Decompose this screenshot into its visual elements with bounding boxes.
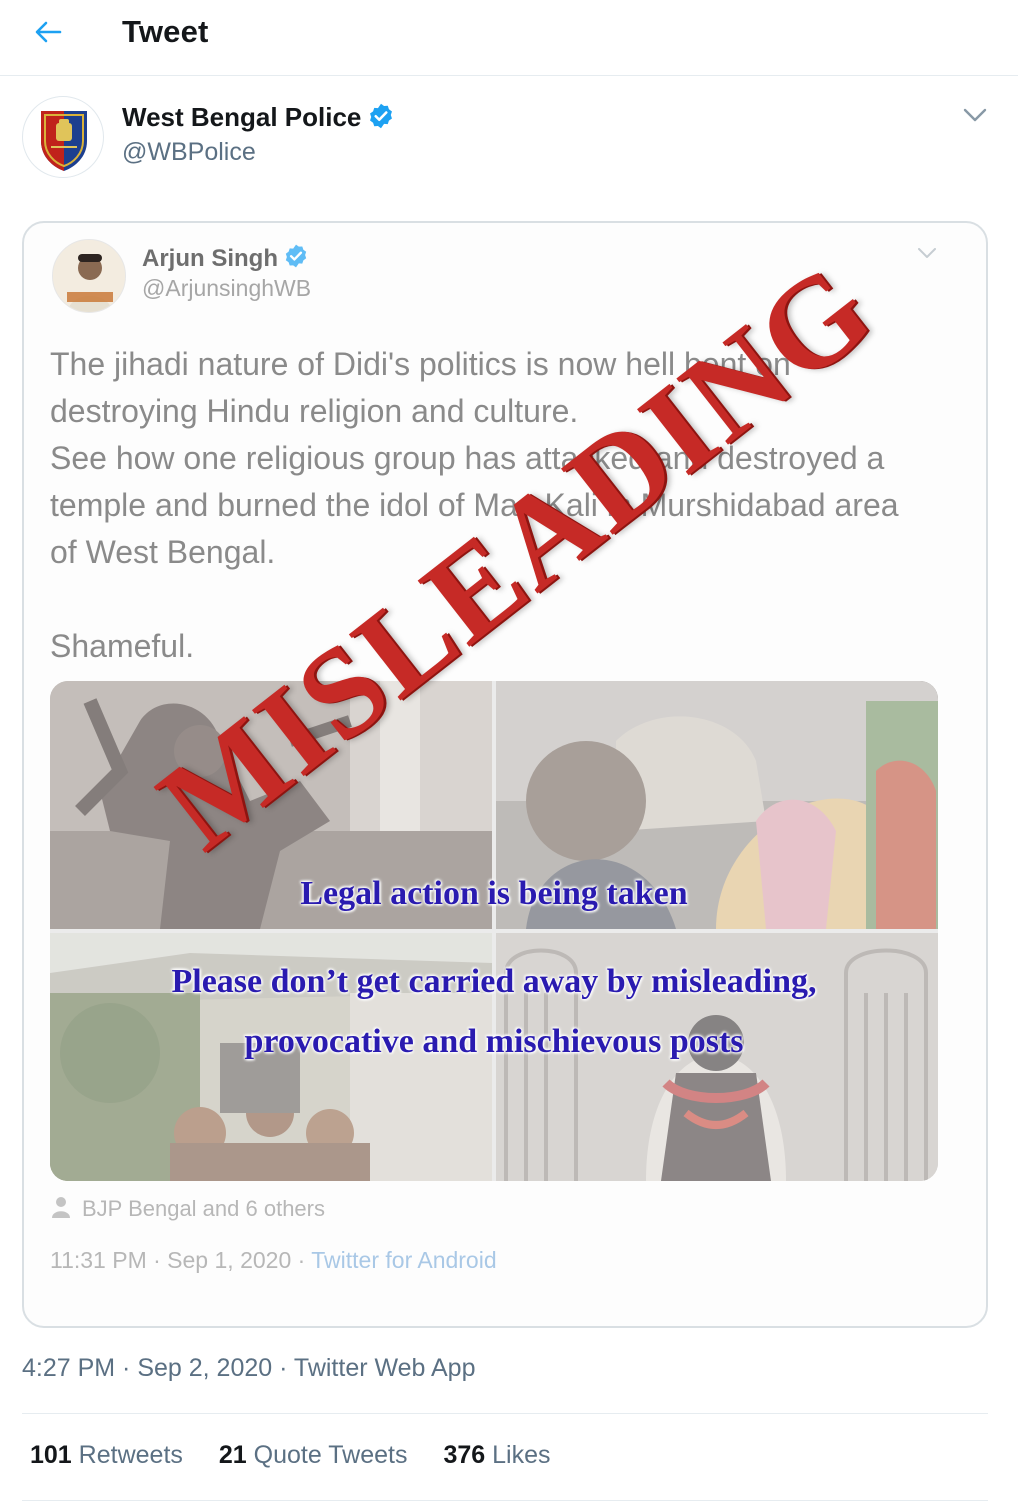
- likes-label: Likes: [492, 1441, 551, 1469]
- police-badge-logo: [41, 111, 87, 171]
- quoted-chevron-down-icon: [914, 241, 940, 265]
- embedded-image[interactable]: Arjun Singh @ArjunsinghWB The jihadi nat…: [22, 221, 988, 1328]
- verified-badge-icon: [285, 244, 307, 268]
- photo-caption-warning-2: provocative and mischievous posts: [244, 1023, 744, 1060]
- arrow-left-icon: [35, 21, 62, 43]
- quote-tweets-stat[interactable]: 21 Quote Tweets: [219, 1441, 408, 1470]
- tweet-stats: 101 Retweets 21 Quote Tweets 376 Likes: [30, 1441, 551, 1470]
- quote-tweets-label: Quote Tweets: [253, 1441, 408, 1469]
- page-title: Tweet: [122, 14, 209, 49]
- retweets-label: Retweets: [78, 1441, 183, 1469]
- author-name[interactable]: West Bengal Police: [122, 102, 395, 133]
- photo-caption-warning-1: Please don’t get carried away by mislead…: [171, 963, 817, 1000]
- retweets-count: 101: [30, 1441, 72, 1469]
- quoted-author-name: Arjun Singh: [142, 243, 309, 273]
- retweets-stat[interactable]: 101 Retweets: [30, 1441, 183, 1470]
- back-button[interactable]: [30, 14, 66, 50]
- quote-tweets-count: 21: [218, 1441, 247, 1469]
- likes-count: 376: [443, 1441, 486, 1469]
- quoted-tweet-text: The jihadi nature of Didi's politics is …: [50, 346, 899, 664]
- photo-caption-legal-action: Legal action is being taken: [300, 875, 688, 912]
- author-name-text: West Bengal Police: [122, 102, 362, 132]
- quoted-author-avatar: [52, 239, 126, 313]
- top-bar: Tweet: [0, 0, 1018, 76]
- quoted-likers-text: BJP Bengal and 6 others: [82, 1196, 325, 1221]
- quoted-photo-collage: Legal action is being taken Please don’t…: [50, 681, 938, 1181]
- quoted-meta-time: 11:31 PM · Sep 1, 2020 ·: [50, 1247, 312, 1273]
- divider: [22, 1413, 988, 1414]
- chevron-down-icon: [963, 108, 987, 122]
- quoted-meta-source: Twitter for Android: [311, 1247, 497, 1273]
- tweet-timestamp[interactable]: 4:27 PM · Sep 2, 2020 · Twitter Web App: [22, 1354, 476, 1383]
- quoted-author-handle: @ArjunsinghWB: [142, 275, 312, 301]
- author-handle[interactable]: @WBPolice: [122, 138, 256, 167]
- person-icon: [52, 1197, 70, 1218]
- divider: [22, 1500, 988, 1501]
- verified-badge-icon: [370, 103, 393, 129]
- quoted-meta: 11:31 PM · Sep 1, 2020 · Twitter for And…: [50, 1247, 497, 1274]
- author-avatar[interactable]: [22, 96, 104, 178]
- more-options-button[interactable]: [958, 100, 992, 130]
- likes-stat[interactable]: 376 Likes: [443, 1441, 550, 1470]
- quoted-author-name-text: Arjun Singh: [142, 245, 278, 272]
- quoted-likers: BJP Bengal and 6 others: [50, 1195, 325, 1222]
